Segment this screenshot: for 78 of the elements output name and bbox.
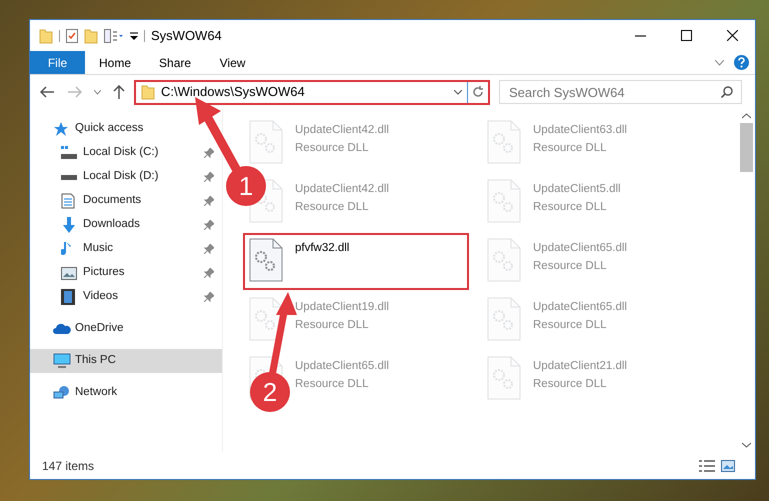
cloud-icon — [53, 323, 71, 335]
gear-file-icon — [249, 297, 283, 341]
film-icon — [61, 289, 75, 305]
network-icon — [53, 385, 71, 401]
file-type: Resource DLL — [295, 141, 370, 156]
ribbon-tab[interactable]: Share — [145, 51, 206, 74]
chevron-down-icon[interactable] — [94, 90, 101, 94]
sidebar-item[interactable]: OneDrive — [30, 317, 222, 341]
star-icon — [53, 121, 69, 137]
gear-file-icon — [249, 238, 283, 282]
pin-icon — [204, 196, 214, 206]
file-type: Resource DLL — [295, 377, 370, 392]
search-icon — [721, 86, 733, 98]
gear-file-icon — [487, 238, 521, 282]
file-type: Resource DLL — [533, 200, 608, 215]
chevron-down-icon[interactable] — [715, 60, 724, 66]
ribbon-tab[interactable]: File — [30, 51, 85, 74]
help-icon[interactable] — [734, 55, 749, 70]
view-options-icon[interactable] — [104, 28, 124, 42]
back-arrow-icon[interactable] — [40, 86, 54, 98]
pin-icon — [204, 244, 214, 254]
file-type: Resource DLL — [533, 259, 608, 274]
pin-icon — [204, 148, 214, 158]
up-arrow-icon[interactable] — [113, 85, 125, 99]
pin-icon — [204, 172, 214, 182]
drive-icon — [61, 146, 77, 160]
music-note-icon — [61, 241, 73, 257]
large-icons-view-icon[interactable] — [721, 460, 735, 472]
dropdown-icon[interactable] — [130, 30, 138, 40]
chevron-down-icon[interactable] — [454, 90, 462, 94]
new-folder-icon — [84, 28, 98, 44]
chevron-up-icon[interactable] — [742, 113, 751, 119]
details-view-icon[interactable] — [699, 460, 715, 472]
pin-icon — [204, 220, 214, 230]
document-icon — [61, 193, 75, 209]
file-type: Resource DLL — [533, 318, 608, 333]
refresh-icon[interactable] — [472, 86, 484, 98]
scrollbar-thumb[interactable] — [740, 123, 753, 172]
file-type: Resource DLL — [295, 318, 370, 333]
folder-icon — [39, 28, 53, 44]
drive-icon — [61, 174, 77, 180]
ribbon-tab[interactable]: Home — [85, 51, 146, 74]
picture-icon — [61, 266, 77, 280]
file-type: Resource DLL — [533, 141, 608, 156]
file-type: Resource DLL — [533, 377, 608, 392]
gear-file-icon — [487, 179, 521, 223]
gear-file-icon — [249, 120, 283, 164]
monitor-icon — [53, 353, 71, 369]
sidebar-item[interactable]: Videos — [30, 285, 222, 309]
sidebar-item[interactable]: This PC — [30, 349, 222, 373]
close-icon — [726, 30, 738, 41]
gear-file-icon — [487, 120, 521, 164]
file-name[interactable]: pfvfw32.dll — [295, 239, 350, 257]
ribbon-tab[interactable]: View — [205, 51, 260, 74]
gear-file-icon — [487, 356, 521, 400]
address-field[interactable]: C:\Windows\SysWOW64 — [134, 80, 490, 104]
pin-icon — [204, 268, 214, 278]
sidebar-item[interactable]: Pictures — [30, 261, 222, 285]
sidebar-item[interactable]: Local Disk (C:) — [30, 141, 222, 165]
window-title: SysWOW64 — [151, 26, 222, 45]
search-field[interactable]: Search SysWOW64 — [499, 80, 742, 104]
address-path: C:\Windows\SysWOW64 — [161, 83, 306, 102]
chevron-down-icon[interactable] — [742, 442, 751, 448]
sidebar-item[interactable]: Quick access — [30, 117, 222, 141]
maximize-icon — [680, 30, 692, 41]
item-count: 147 items — [42, 458, 94, 474]
sidebar-item[interactable]: Local Disk (D:) — [30, 165, 222, 189]
pin-icon — [204, 292, 214, 302]
sidebar-item[interactable]: Documents — [30, 189, 222, 213]
sidebar-item[interactable]: Network — [30, 381, 222, 405]
sidebar-item[interactable]: Music — [30, 237, 222, 261]
gear-file-icon — [487, 297, 521, 341]
file-type: Resource DLL — [295, 200, 370, 215]
folder-icon — [141, 84, 155, 100]
minimize-icon — [634, 34, 646, 36]
sidebar-item[interactable]: Downloads — [30, 213, 222, 237]
down-arrow-icon — [61, 217, 77, 233]
properties-icon[interactable] — [66, 28, 78, 42]
